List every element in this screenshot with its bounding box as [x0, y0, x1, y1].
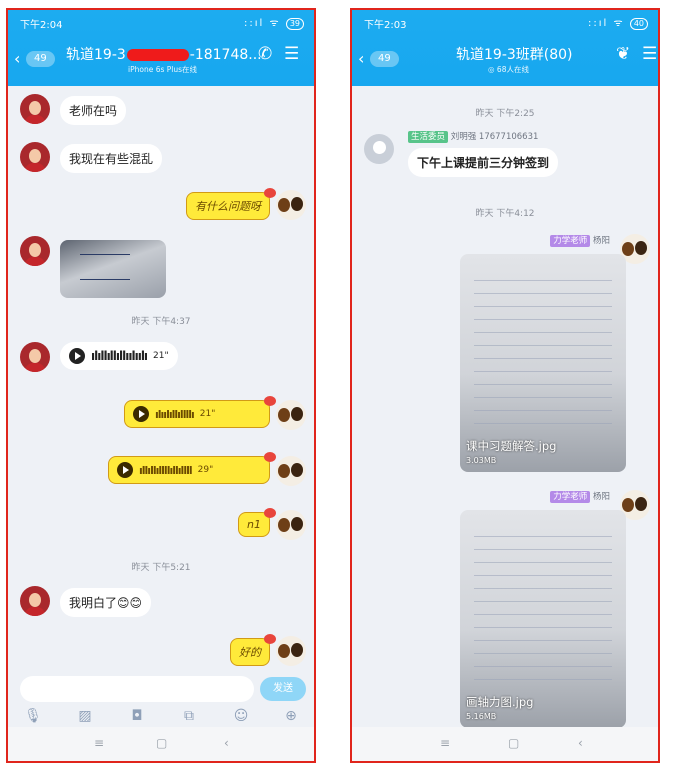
back-icon[interactable]: ‹: [358, 49, 364, 68]
self-avatar[interactable]: [276, 510, 306, 540]
waveform: ılıılıllıllllı: [155, 407, 195, 421]
system-nav-bar: ≡ ▢ ‹: [352, 727, 658, 761]
back-nav-icon[interactable]: ‹: [578, 736, 583, 750]
menu-nav-icon[interactable]: ≡: [440, 736, 450, 750]
unread-count-badge[interactable]: 49: [370, 51, 399, 67]
message-bubble[interactable]: 我现在有些混乱: [60, 144, 163, 173]
message-bubble-self[interactable]: 有什么问题呀: [186, 188, 276, 220]
battery-icon: 39: [285, 18, 304, 30]
menu-icon[interactable]: ☰: [284, 44, 299, 64]
right-phone-screen: 下午2:03 ::ıl ᯤ 40 ‹ 49 轨道19-3班群(80) ◎ 68人…: [350, 8, 660, 763]
play-icon[interactable]: [117, 462, 133, 478]
sender-line: 生活委员 刘明强 17677106631: [408, 130, 538, 143]
file-size: 3.03MB: [466, 456, 497, 465]
timestamp: 昨天 下午4:12: [475, 209, 535, 219]
contact-avatar[interactable]: [20, 586, 50, 616]
contact-avatar[interactable]: [20, 342, 50, 372]
gift-icon[interactable]: ⧉: [180, 708, 198, 724]
redaction-mark: [126, 49, 189, 61]
left-phone-screen: 下午2:04 ::ıl ᯤ 39 ‹ 49 轨道19-3 -181748... i…: [6, 8, 316, 763]
leaf-icon[interactable]: ❦: [616, 44, 630, 64]
device-status: iPhone 6s Plus在线: [128, 65, 198, 74]
play-icon[interactable]: [133, 406, 149, 422]
message-bubble-self[interactable]: n1: [238, 508, 276, 537]
group-title: 轨道19-3班群(80): [456, 47, 573, 63]
role-tag: 生活委员: [408, 131, 449, 143]
document-preview: [474, 268, 612, 432]
file-name: 课中习题解答.jpg: [466, 439, 557, 453]
status-icons: ::ıl ᯤ 39: [244, 15, 304, 30]
waveform: ılıllıllıllıılıılı: [91, 349, 148, 363]
photo-message[interactable]: [60, 240, 166, 298]
contact-avatar[interactable]: [20, 236, 50, 266]
document-preview: [474, 524, 612, 688]
self-avatar[interactable]: [276, 400, 306, 430]
voice-message-self[interactable]: ılıılıllıllllı 21": [124, 396, 276, 428]
chat-header: 下午2:04 ::ıl ᯤ 39 ‹ 49 轨道19-3 -181748... i…: [8, 10, 314, 86]
home-nav-icon[interactable]: ▢: [156, 736, 167, 750]
toolbar: 🎙 ▨ ◘ ⧉ ☺ ⊕: [8, 708, 314, 726]
voice-message-self[interactable]: ıllıllıllllıllıllll 29": [108, 452, 276, 484]
status-time: 下午2:03: [364, 20, 407, 31]
role-tag: 力学老师: [550, 235, 591, 247]
message-bubble[interactable]: 老师在吗: [60, 96, 127, 125]
image-file-message[interactable]: 画轴力图.jpg 5.16MB: [460, 510, 626, 728]
message-input[interactable]: [20, 676, 254, 702]
plus-icon[interactable]: ⊕: [282, 708, 300, 724]
system-nav-bar: ≡ ▢ ‹: [8, 727, 314, 761]
picture-icon[interactable]: ▨: [76, 708, 94, 724]
sender-line: 力学老师 杨阳: [550, 234, 610, 247]
status-time: 下午2:04: [20, 20, 63, 31]
image-file-message[interactable]: 课中习题解答.jpg 3.03MB: [460, 254, 626, 472]
emoji-icon[interactable]: ☺: [232, 708, 250, 724]
online-count: ◎ 68人在线: [488, 65, 529, 74]
home-nav-icon[interactable]: ▢: [508, 736, 519, 750]
role-tag: 力学老师: [550, 491, 591, 503]
sender-line: 力学老师 杨阳: [550, 490, 610, 503]
timestamp: 昨天 下午5:21: [131, 563, 191, 573]
back-nav-icon[interactable]: ‹: [224, 736, 229, 750]
menu-nav-icon[interactable]: ≡: [94, 736, 104, 750]
voice-duration: 21": [199, 409, 216, 419]
back-icon[interactable]: ‹: [14, 49, 20, 68]
timestamp: 昨天 下午4:37: [131, 317, 191, 327]
unread-count-badge[interactable]: 49: [26, 51, 55, 67]
signal-icon: ::ıl ᯤ: [244, 18, 281, 29]
sender-name: 杨阳: [592, 236, 610, 246]
status-bar: 下午2:04 ::ıl ᯤ 39: [8, 14, 314, 32]
send-button[interactable]: 发送: [260, 677, 306, 701]
phone-call-icon[interactable]: ✆: [258, 44, 272, 64]
file-name: 画轴力图.jpg: [466, 695, 534, 709]
message-bubble-self[interactable]: 好的: [230, 634, 276, 666]
file-size: 5.16MB: [466, 712, 497, 721]
sender-name: 刘明强 17677106631: [450, 132, 539, 142]
contact-avatar[interactable]: [20, 94, 50, 124]
sender-name: 杨阳: [592, 492, 610, 502]
voice-message[interactable]: ılıllıllıllıılıılı 21": [60, 342, 178, 370]
status-bar: 下午2:03 ::ıl ᯤ 40: [352, 14, 658, 32]
message-bubble[interactable]: 我明白了😊😊: [60, 588, 152, 617]
battery-icon: 40: [629, 18, 648, 30]
group-header: 下午2:03 ::ıl ᯤ 40 ‹ 49 轨道19-3班群(80) ◎ 68人…: [352, 10, 658, 86]
status-icons: ::ıl ᯤ 40: [588, 15, 648, 30]
sender-avatar[interactable]: [364, 134, 394, 164]
self-avatar[interactable]: [276, 636, 306, 666]
voice-duration: 21": [153, 351, 169, 361]
input-bar: 发送 🎙 ▨ ◘ ⧉ ☺ ⊕: [8, 674, 314, 726]
camera-icon[interactable]: ◘: [128, 708, 146, 724]
message-bubble[interactable]: 下午上课提前三分钟签到: [408, 148, 559, 177]
timestamp: 昨天 下午2:25: [475, 109, 535, 119]
voice-duration: 29": [197, 465, 214, 475]
mic-icon[interactable]: 🎙: [24, 708, 42, 724]
menu-icon[interactable]: ☰: [642, 44, 657, 64]
chat-title-part1: 轨道19-3: [66, 47, 126, 63]
waveform: ıllıllıllllıllıllll: [139, 463, 193, 477]
chat-title-part2: -181748...: [189, 47, 262, 63]
contact-avatar[interactable]: [20, 142, 50, 172]
self-avatar[interactable]: [276, 190, 306, 220]
chat-title: 轨道19-3 -181748...: [66, 44, 262, 64]
signal-icon: ::ıl ᯤ: [588, 18, 625, 29]
play-icon[interactable]: [69, 348, 85, 364]
self-avatar[interactable]: [276, 456, 306, 486]
